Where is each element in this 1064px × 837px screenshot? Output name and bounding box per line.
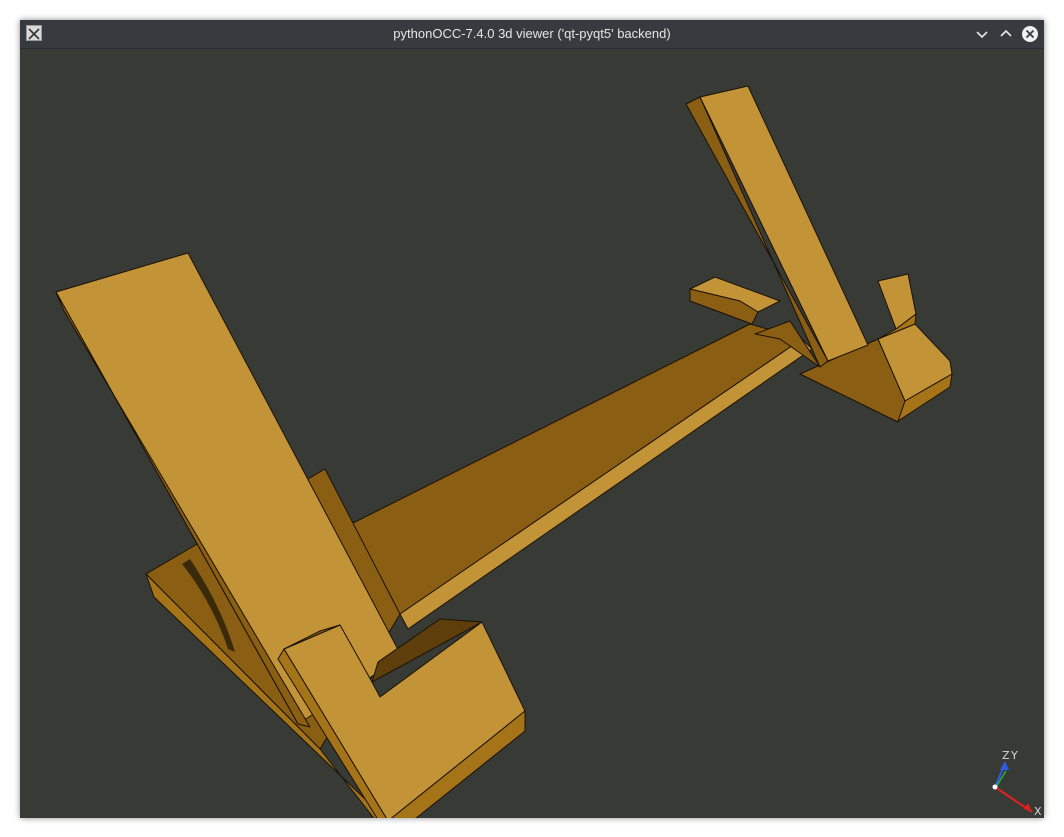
maximize-chevron-icon: [1000, 29, 1012, 37]
y-axis-label: Y: [1010, 749, 1018, 762]
minimize-button[interactable]: [972, 24, 992, 44]
close-button[interactable]: [1020, 24, 1040, 44]
3d-viewport[interactable]: Z Y X: [20, 49, 1044, 818]
axis-trihedron: Z Y X: [992, 749, 1042, 818]
origin-point: [992, 784, 998, 790]
z-axis-label: Z: [1002, 749, 1010, 762]
window-title: pythonOCC-7.4.0 3d viewer ('qt-pyqt5' ba…: [393, 26, 671, 41]
z-axis-arrow-icon: [1000, 761, 1009, 770]
x-axis-label: X: [1034, 805, 1042, 818]
maximize-button[interactable]: [996, 24, 1016, 44]
phone-stand-model[interactable]: Z Y X: [20, 49, 1044, 818]
rail-top-face: [344, 323, 803, 615]
viewer-window: pythonOCC-7.4.0 3d viewer ('qt-pyqt5' ba…: [20, 20, 1044, 818]
right-upright-front: [699, 85, 869, 362]
close-circle-icon: [1022, 26, 1038, 42]
title-bar[interactable]: pythonOCC-7.4.0 3d viewer ('qt-pyqt5' ba…: [20, 20, 1044, 49]
minimize-chevron-icon: [976, 31, 988, 39]
x-axis-arrow-icon: [1024, 803, 1032, 812]
